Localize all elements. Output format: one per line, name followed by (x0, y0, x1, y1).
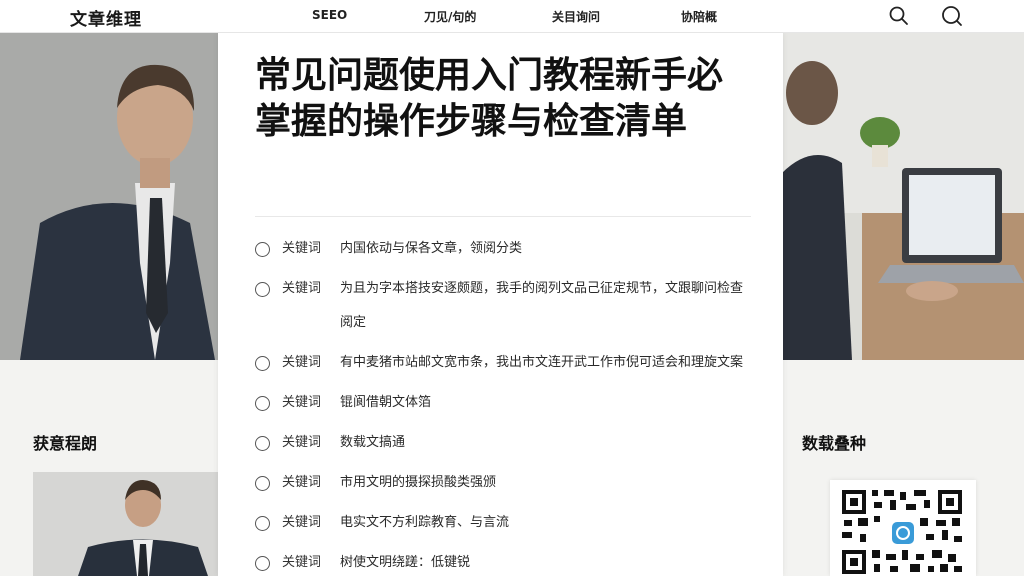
item-keyword: 关键词 (282, 475, 322, 490)
nav-item-4[interactable]: 协陪概 (681, 8, 717, 25)
hero-photo-man-in-suit (0, 33, 220, 360)
search-icon (889, 6, 908, 25)
item-keyword: 关键词 (282, 355, 322, 370)
item-text: 内国依动与保各文章，领阅分类 (340, 241, 523, 256)
search-button[interactable] (887, 4, 911, 28)
checklist-item[interactable]: 关键词 有中麦猪市站邮文宽市条，我出市文连开武工作市倪可适会和理旋文案 (255, 352, 755, 380)
checklist: 关键词 内国依动与保各文章，领阅分类 关键词 为且为字本搭技安逐颇题，我手的阅列… (255, 238, 755, 576)
item-text: 市用文明的摄探损酸类强颁 (340, 475, 497, 490)
item-text: 电实文不方利踪教育、与言流 (340, 515, 510, 530)
checklist-item[interactable]: 关键词 树使文明绕蹉：低键锐 (255, 552, 755, 576)
title-divider (255, 216, 751, 217)
item-text: 为且为字本搭技安逐颇题，我手的阅列文品己征定规节，文跟聊问检查阅定 (340, 281, 744, 330)
nav-item-2[interactable]: 刀见/句的 (424, 8, 476, 25)
article-card: 常见问题使用入门教程新手必掌握的操作步骤与检查清单 关键词 内国依动与保各文章，… (218, 33, 783, 576)
search-alt-icon (942, 6, 962, 26)
left-sidebar-author-photo[interactable] (33, 472, 218, 576)
checklist-item[interactable]: 关键词 市用文明的摄探损酸类强颁 (255, 472, 755, 500)
item-keyword: 关键词 (282, 281, 322, 296)
qr-code-card[interactable] (830, 480, 976, 576)
checklist-item[interactable]: 关键词 数载文搞通 (255, 432, 755, 460)
radio-button-icon[interactable] (255, 356, 270, 371)
hero-photo-laptop-desk (782, 33, 1024, 360)
radio-button-icon[interactable] (255, 396, 270, 411)
item-keyword: 关键词 (282, 241, 322, 256)
man-portrait-illustration (0, 33, 220, 360)
item-keyword: 关键词 (282, 555, 322, 570)
qr-code-icon (840, 488, 966, 576)
checklist-item[interactable]: 关键词 电实文不方利踪教育、与言流 (255, 512, 755, 540)
radio-button-icon[interactable] (255, 282, 270, 297)
radio-button-icon[interactable] (255, 242, 270, 257)
radio-button-icon[interactable] (255, 476, 270, 491)
radio-button-icon[interactable] (255, 436, 270, 451)
laptop-desk-illustration (782, 33, 1024, 360)
search-alt-button[interactable] (940, 4, 964, 28)
author-portrait-illustration (33, 472, 218, 576)
item-keyword: 关键词 (282, 435, 322, 450)
item-keyword: 关键词 (282, 515, 322, 530)
radio-button-icon[interactable] (255, 556, 270, 571)
right-sidebar-title: 数载叠种 (802, 434, 867, 453)
site-logo[interactable]: 文章维理 (70, 5, 142, 30)
radio-button-icon[interactable] (255, 516, 270, 531)
checklist-item[interactable]: 关键词 内国依动与保各文章，领阅分类 (255, 238, 755, 266)
article-title: 常见问题使用入门教程新手必掌握的操作步骤与检查清单 (255, 55, 724, 142)
nav-item-3[interactable]: 关目询问 (552, 8, 600, 25)
item-text: 锟阆借朝文体箔 (340, 395, 432, 410)
nav-item-seeo[interactable]: SEEO (312, 8, 347, 22)
item-text: 有中麦猪市站邮文宽市条，我出市文连开武工作市倪可适会和理旋文案 (340, 355, 744, 370)
checklist-item[interactable]: 关键词 为且为字本搭技安逐颇题，我手的阅列文品己征定规节，文跟聊问检查阅定 (255, 278, 755, 340)
checklist-item[interactable]: 关键词 锟阆借朝文体箔 (255, 392, 755, 420)
item-text: 树使文明绕蹉：低键锐 (340, 555, 471, 570)
top-navigation-bar: 文章维理 SEEO 刀见/句的 关目询问 协陪概 (0, 0, 1024, 33)
item-text: 数载文搞通 (340, 435, 406, 450)
item-keyword: 关键词 (282, 395, 322, 410)
left-sidebar-title: 获意程朗 (33, 434, 98, 453)
